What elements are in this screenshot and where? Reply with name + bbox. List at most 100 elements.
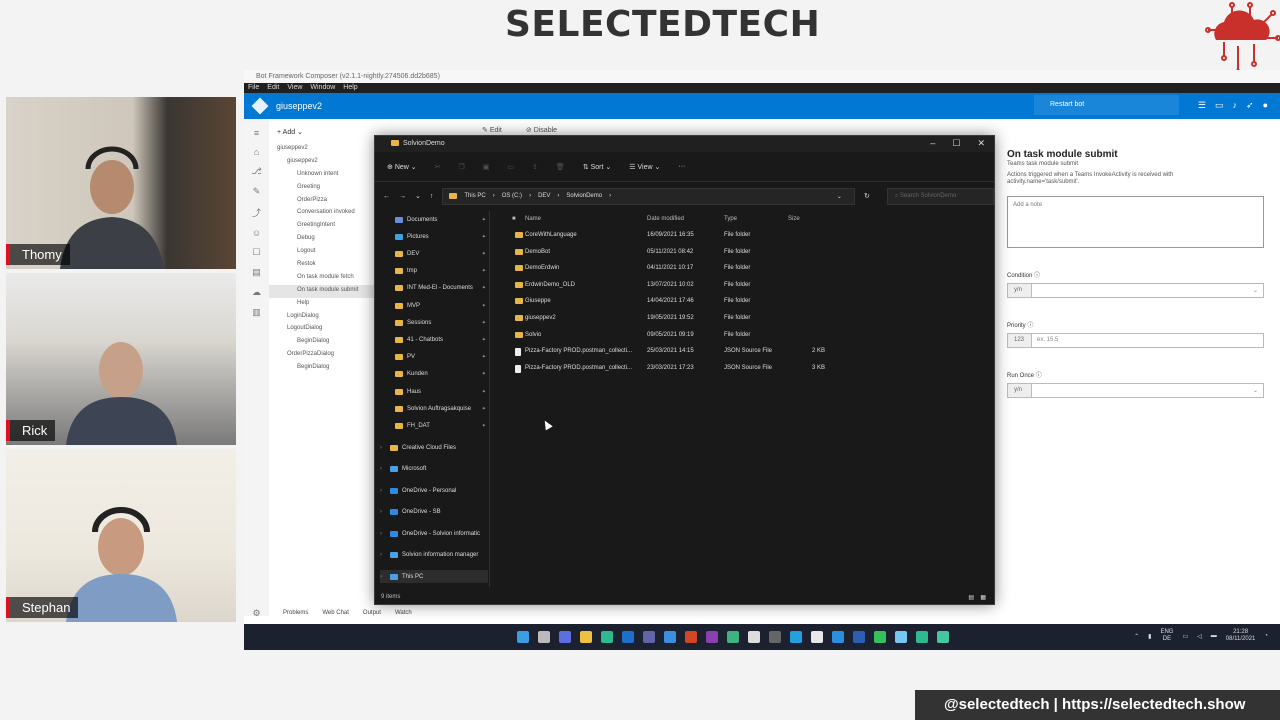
tree-item[interactable]: Debug xyxy=(269,233,379,246)
sort-button[interactable]: ⇅ Sort ⌄ xyxy=(583,163,611,171)
condition-field[interactable]: y/n ⌄ xyxy=(1007,283,1264,298)
battery-icon[interactable]: ▬ xyxy=(1211,633,1217,639)
security-icon[interactable] xyxy=(748,631,760,643)
address-bar[interactable]: This PC › OS (C:) › DEV › SolvionDemo › ⌄ xyxy=(442,187,855,205)
column-type[interactable]: Type xyxy=(724,216,737,222)
address-dropdown-icon[interactable]: ⌄ xyxy=(837,193,842,200)
disable-button[interactable]: ⊘ Disable xyxy=(526,126,557,134)
knowledge-icon[interactable]: ▤ xyxy=(244,267,269,278)
powerpoint-icon[interactable] xyxy=(685,631,697,643)
file-row[interactable]: giuseppev2 19/05/2021 19:52 File folder xyxy=(512,312,842,325)
chrome-icon[interactable] xyxy=(811,631,823,643)
file-row[interactable]: CoreWithLanguage 16/09/2021 16:35 File fol… xyxy=(512,229,842,242)
breadcrumb-solviondemo[interactable]: SolvionDemo xyxy=(566,193,602,199)
slack-icon[interactable] xyxy=(727,631,739,643)
edge-icon[interactable] xyxy=(601,631,613,643)
tab-web-chat[interactable]: Web Chat xyxy=(322,610,349,624)
tree-item[interactable]: OrderPizza xyxy=(269,195,379,208)
nav-group-item[interactable]: › Microsoft xyxy=(380,463,488,476)
quick-access-item[interactable]: tmp ✦ xyxy=(395,265,489,278)
tiles-view-icon[interactable]: ▦ xyxy=(980,594,986,601)
quick-access-item[interactable]: Sessions ✦ xyxy=(395,316,489,329)
tree-item[interactable]: On task module fetch xyxy=(269,272,379,285)
network-icon[interactable]: ▭ xyxy=(1182,633,1188,640)
whatsapp-icon[interactable] xyxy=(874,631,886,643)
tree-item[interactable]: BeginDialog xyxy=(269,336,379,349)
up-icon[interactable]: ↑ xyxy=(430,193,434,200)
breadcrumb-os-c[interactable]: OS (C:) xyxy=(502,193,522,199)
breadcrumb-this-pc[interactable]: This PC xyxy=(464,193,485,199)
back-icon[interactable]: ← xyxy=(383,193,390,200)
outlook-icon[interactable] xyxy=(622,631,634,643)
chevron-right-icon[interactable]: › xyxy=(380,552,382,558)
nav-group-item[interactable]: › OneDrive - SB xyxy=(380,506,488,519)
restart-bot-button[interactable]: Restart bot xyxy=(1034,95,1179,115)
notification-icon[interactable]: ♪ xyxy=(1233,100,1238,111)
search-input[interactable]: ⌕ Search SolvionDemo xyxy=(886,187,994,205)
rename-icon[interactable]: ▭ xyxy=(507,163,514,171)
delete-icon[interactable]: 🗑 xyxy=(556,163,565,171)
column-size[interactable]: Size xyxy=(788,216,800,222)
new-button[interactable]: ⊕ New ⌄ xyxy=(387,163,417,171)
quick-access-item[interactable]: MVP ✦ xyxy=(395,299,489,312)
run-once-field[interactable]: y/n ⌄ xyxy=(1007,383,1264,398)
quick-access-item[interactable]: 41 - Chatbots ✦ xyxy=(395,333,489,346)
microphone-icon[interactable]: ▮ xyxy=(1148,633,1151,640)
chevron-right-icon[interactable]: › xyxy=(380,509,382,515)
paste-icon[interactable]: ▣ xyxy=(483,163,490,171)
tab-problems[interactable]: Problems xyxy=(283,610,308,624)
user-input-icon[interactable]: ☺ xyxy=(244,228,269,238)
tree-item[interactable]: Unknown intent xyxy=(269,169,379,182)
design-icon[interactable]: ⎇ xyxy=(244,166,269,177)
nav-group-item[interactable]: › This PC xyxy=(380,570,488,583)
close-icon[interactable]: ✕ xyxy=(977,138,985,149)
file-explorer-icon[interactable] xyxy=(580,631,592,643)
quick-access-item[interactable]: Kunden ✦ xyxy=(395,368,489,381)
minimize-icon[interactable]: – xyxy=(930,138,935,149)
menu-window[interactable]: Window xyxy=(310,84,335,93)
recent-icon[interactable]: ⌄ xyxy=(415,192,421,200)
tree-item[interactable]: Logout xyxy=(269,246,379,259)
word-icon[interactable] xyxy=(853,631,865,643)
tree-item[interactable]: BeginDialog xyxy=(269,362,379,375)
quick-access-item[interactable]: PV ✦ xyxy=(395,351,489,364)
start-icon[interactable] xyxy=(517,631,529,643)
quick-access-item[interactable]: FH_DAT ✦ xyxy=(395,419,489,432)
home-icon[interactable]: ⌂ xyxy=(244,147,269,157)
package-icon[interactable]: ▥ xyxy=(244,307,269,318)
refresh-icon[interactable]: ↻ xyxy=(864,192,870,200)
settings-icon[interactable]: ⚙ xyxy=(244,608,269,619)
tree-item[interactable]: Help xyxy=(269,298,379,311)
chevron-up-icon[interactable]: ⌃ xyxy=(1134,633,1139,640)
nav-group-item[interactable]: › Creative Cloud Files xyxy=(380,441,488,454)
tree-item[interactable]: LogoutDialog xyxy=(269,323,379,336)
more-icon[interactable]: ··· xyxy=(678,163,685,170)
vs-icon[interactable] xyxy=(664,631,676,643)
tree-item[interactable]: LoginDialog xyxy=(269,311,379,324)
share-icon[interactable]: ⇪ xyxy=(532,163,538,171)
vscode-icon[interactable] xyxy=(790,631,802,643)
select-all-checkbox[interactable]: ■ xyxy=(512,216,516,222)
bot-composer-icon[interactable] xyxy=(832,631,844,643)
maximize-icon[interactable]: ☐ xyxy=(952,138,960,149)
nav-group-item[interactable]: › Solvion information manager xyxy=(380,549,488,562)
chevron-right-icon[interactable]: › xyxy=(380,445,382,451)
onenote-icon[interactable] xyxy=(706,631,718,643)
chat-icon[interactable] xyxy=(895,631,907,643)
tree-item[interactable]: Conversation invoked xyxy=(269,207,379,220)
edit-icon[interactable]: ✎ xyxy=(244,186,269,197)
file-row[interactable]: Pizza-Factory PROD.postman_collecti... 25… xyxy=(512,345,842,358)
edge-dev-icon[interactable] xyxy=(916,631,928,643)
chat-icon[interactable]: ▭ xyxy=(1215,100,1224,111)
notification-icon[interactable]: ◔ xyxy=(1264,633,1268,639)
flow-icon[interactable]: ⤴ xyxy=(244,206,269,219)
column-name[interactable]: Name xyxy=(525,216,541,222)
volume-icon[interactable]: ◁ xyxy=(1197,633,1202,640)
quick-access-item[interactable]: Solvion Auftragsakquise ✦ xyxy=(395,402,489,415)
tree-item[interactable]: Greeting xyxy=(269,182,379,195)
search-icon[interactable] xyxy=(538,631,550,643)
tree-item[interactable]: Restok xyxy=(269,259,379,272)
hamburger-icon[interactable]: ☰ xyxy=(1198,100,1206,111)
file-row[interactable]: DemoErdwin 04/11/2021 10:17 File folder xyxy=(512,262,842,275)
chevron-right-icon[interactable]: › xyxy=(380,466,382,472)
